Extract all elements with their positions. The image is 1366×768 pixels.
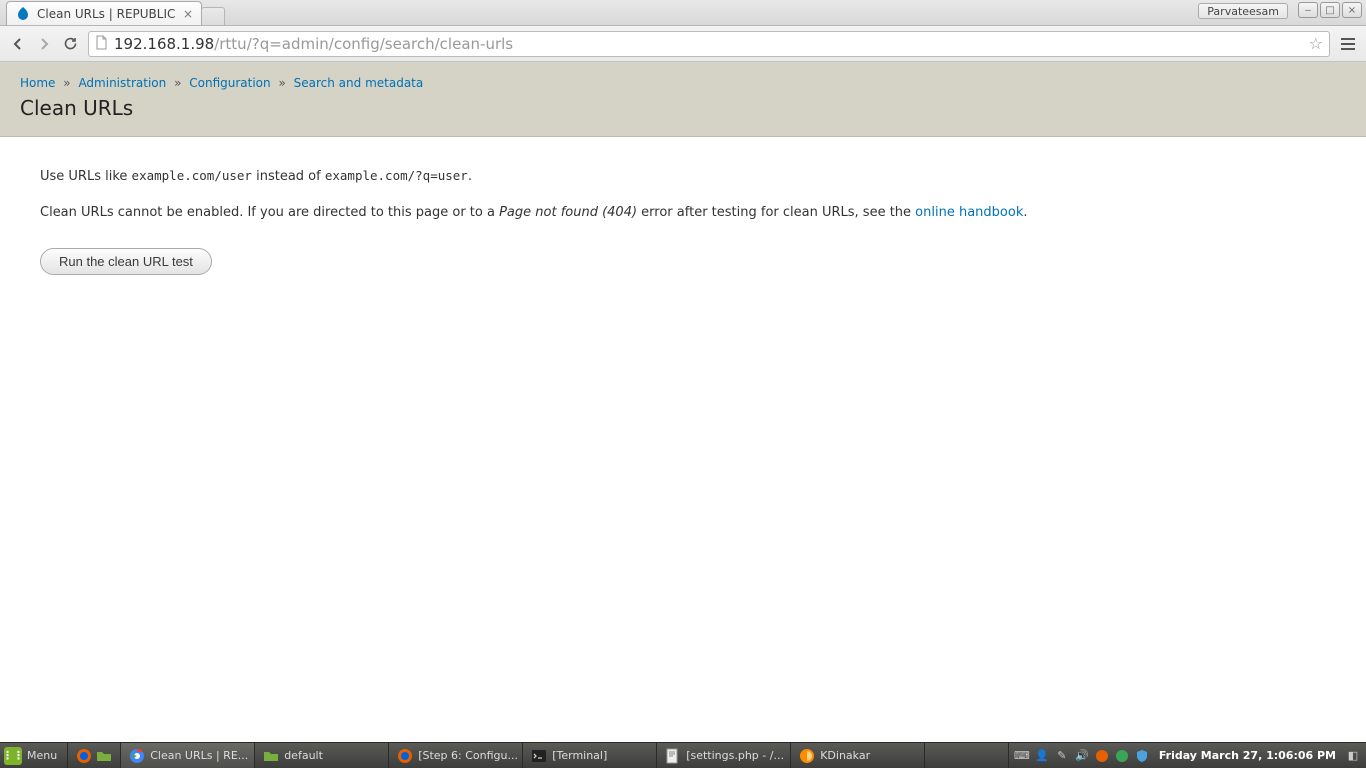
online-handbook-link[interactable]: online handbook	[915, 205, 1023, 220]
app-icon	[799, 748, 815, 764]
task-item-firefox[interactable]: [Step 6: Configu...	[389, 743, 523, 768]
task-item-label: [settings.php - /...	[686, 749, 784, 762]
drupal-icon	[15, 6, 31, 22]
page-content: Use URLs like example.com/user instead o…	[0, 137, 1366, 305]
menu-icon[interactable]	[1336, 32, 1360, 56]
breadcrumb-sep: »	[278, 76, 285, 90]
breadcrumb-administration[interactable]: Administration	[78, 76, 166, 90]
new-tab-button[interactable]	[201, 7, 225, 25]
window-tabstrip: Clean URLs | REPUBLIC × Parvateesam ‒ □ …	[0, 0, 1366, 26]
keyboard-icon[interactable]: ⌨	[1015, 749, 1029, 763]
files-icon[interactable]	[96, 748, 112, 764]
update-icon[interactable]	[1115, 749, 1129, 763]
show-desktop-icon[interactable]: ◧	[1346, 749, 1360, 763]
maximize-button[interactable]: □	[1320, 2, 1340, 18]
page-title: Clean URLs	[20, 96, 1346, 120]
close-icon[interactable]: ×	[183, 7, 193, 21]
url-text: 192.168.1.98/rttu/?q=admin/config/search…	[114, 35, 1303, 53]
bookmark-icon[interactable]: ☆	[1309, 34, 1323, 53]
task-item-terminal[interactable]: [Terminal]	[523, 743, 657, 768]
mint-icon: ⋮⋮	[4, 747, 22, 765]
address-bar[interactable]: 192.168.1.98/rttu/?q=admin/config/search…	[88, 31, 1330, 57]
quicklaunch	[68, 743, 121, 768]
firefox-icon	[397, 748, 413, 764]
page-icon	[95, 35, 108, 53]
clock[interactable]: Friday March 27, 1:06:06 PM	[1155, 749, 1340, 762]
warning-text: Clean URLs cannot be enabled. If you are…	[40, 203, 1326, 223]
breadcrumb-sep: »	[174, 76, 181, 90]
forward-button[interactable]	[32, 32, 56, 56]
taskbar: ⋮⋮ Menu Clean URLs | RE... default [Step…	[0, 742, 1366, 768]
system-tray: ⌨ 👤 ✎ 🔊 Friday March 27, 1:06:06 PM ◧	[1008, 743, 1366, 768]
task-item-kdinakar[interactable]: KDinakar	[791, 743, 925, 768]
browser-tab[interactable]: Clean URLs | REPUBLIC ×	[6, 1, 202, 25]
close-button[interactable]: ×	[1342, 2, 1362, 18]
breadcrumb-configuration[interactable]: Configuration	[189, 76, 270, 90]
task-items: Clean URLs | RE... default [Step 6: Conf…	[121, 743, 1008, 768]
shield-icon[interactable]	[1135, 749, 1149, 763]
user-icon[interactable]: 👤	[1035, 749, 1049, 763]
chrome-icon	[129, 748, 145, 764]
user-label: Parvateesam	[1198, 3, 1288, 19]
task-item-label: [Step 6: Configu...	[418, 749, 518, 762]
task-item-label: default	[284, 749, 323, 762]
task-item-gedit[interactable]: [settings.php - /...	[657, 743, 791, 768]
browser-tray-icon[interactable]	[1095, 749, 1109, 763]
intro-text: Use URLs like example.com/user instead o…	[40, 167, 1326, 187]
menu-label: Menu	[27, 749, 57, 762]
breadcrumb-search-metadata[interactable]: Search and metadata	[294, 76, 424, 90]
back-button[interactable]	[6, 32, 30, 56]
breadcrumb: Home » Administration » Configuration » …	[20, 76, 1346, 90]
start-menu-button[interactable]: ⋮⋮ Menu	[0, 743, 68, 768]
breadcrumb-sep: »	[63, 76, 70, 90]
run-clean-url-test-button[interactable]: Run the clean URL test	[40, 248, 212, 275]
folder-icon	[263, 748, 279, 764]
terminal-icon	[531, 748, 547, 764]
page-header: Home » Administration » Configuration » …	[0, 62, 1366, 137]
volume-icon[interactable]: 🔊	[1075, 749, 1089, 763]
task-item-label: [Terminal]	[552, 749, 607, 762]
breadcrumb-home[interactable]: Home	[20, 76, 55, 90]
browser-toolbar: 192.168.1.98/rttu/?q=admin/config/search…	[0, 26, 1366, 62]
reload-button[interactable]	[58, 32, 82, 56]
task-item-label: Clean URLs | RE...	[150, 749, 248, 762]
tab-title: Clean URLs | REPUBLIC	[37, 7, 175, 21]
firefox-icon[interactable]	[76, 748, 92, 764]
network-icon[interactable]: ✎	[1055, 749, 1069, 763]
task-item-label: KDinakar	[820, 749, 870, 762]
task-item-files[interactable]: default	[255, 743, 389, 768]
window-controls: ‒ □ ×	[1296, 2, 1362, 18]
minimize-button[interactable]: ‒	[1298, 2, 1318, 18]
task-item-chrome[interactable]: Clean URLs | RE...	[121, 743, 255, 768]
editor-icon	[665, 748, 681, 764]
